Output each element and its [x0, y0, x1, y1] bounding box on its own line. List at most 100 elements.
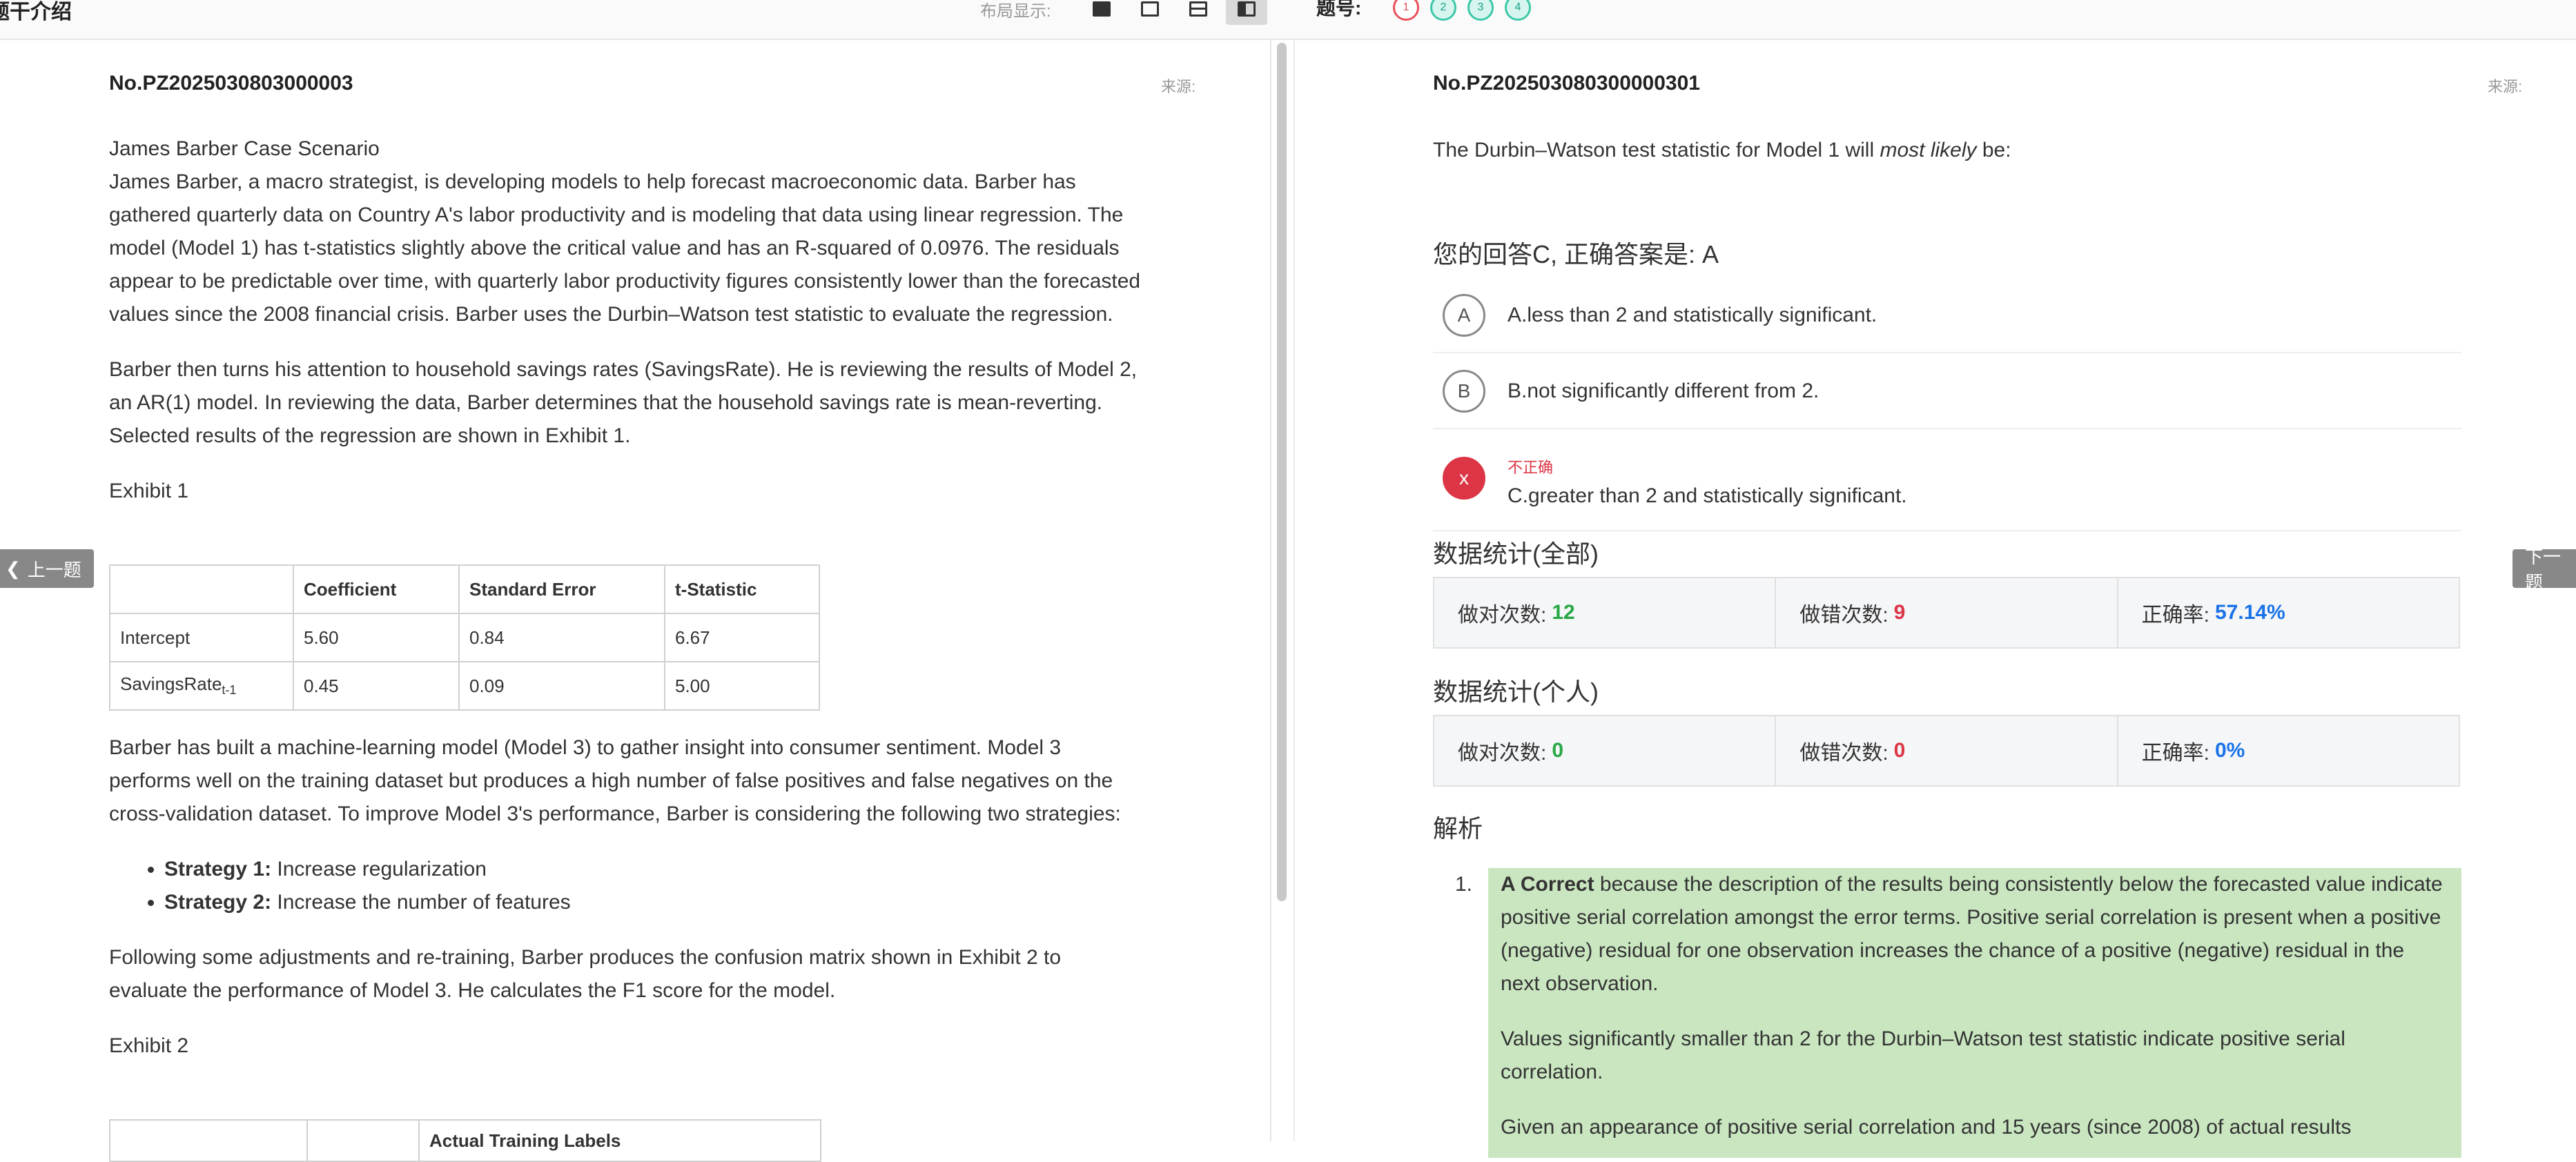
table-cell: 0.09 — [458, 661, 665, 711]
next-question-button[interactable]: 下一题 — [2512, 546, 2576, 593]
stat-value: 0% — [2215, 739, 2245, 762]
next-question-label: 下一题 — [2525, 546, 2562, 593]
case-title: James Barber Case Scenario — [109, 137, 380, 160]
question-text-end: be: — [1976, 139, 2011, 161]
prev-question-button[interactable]: ❮ 上一题 — [0, 549, 94, 588]
stat-label: 做对次数: — [1458, 604, 1547, 627]
case-paragraph-3: Barber has built a machine-learning mode… — [109, 736, 1121, 825]
case-id: No.PZ2025030803000003 — [109, 72, 353, 95]
strategy-text: Increase regularization — [271, 858, 487, 880]
case-paragraph-2: Barber then turns his attention to house… — [109, 358, 1138, 447]
stat-label: 做错次数: — [1799, 742, 1889, 765]
stat-value: 57.14% — [2215, 601, 2285, 624]
layout-split-button[interactable] — [1226, 0, 1267, 25]
source-label: 来源: — [1161, 78, 1196, 95]
analysis-number: 1. — [1455, 873, 1473, 896]
table-header: Actual Training Labels — [418, 1119, 821, 1162]
stat-value: 0 — [1552, 739, 1564, 762]
exhibit-1-table: Coefficient Standard Error t-Statistic I… — [109, 564, 820, 711]
question-number-label: 题号: — [1316, 0, 1362, 19]
analysis-paragraph-1: A Correct because the description of the… — [1501, 868, 2449, 1001]
prev-question-label: 上一题 — [27, 559, 81, 580]
table-cell: 6.67 — [664, 613, 820, 662]
layout-horizontal-button[interactable] — [1178, 0, 1219, 25]
option-a[interactable]: A A.less than 2 and statistically signif… — [1433, 277, 2461, 353]
table-header: Coefficient — [293, 564, 460, 614]
case-paragraph-1: James Barber, a macro strategist, is dev… — [109, 170, 1141, 326]
stat-label: 做对次数: — [1458, 742, 1547, 765]
table-row: Actual Training Labels — [109, 1119, 821, 1162]
layout-empty-button[interactable] — [1129, 0, 1171, 25]
case-body-2: Barber has built a machine-learning mode… — [109, 731, 1144, 1063]
stats-personal-title: 数据统计(个人) — [1433, 678, 1599, 706]
stat-value: 9 — [1893, 601, 1906, 624]
top-bar: 题干介绍 布局显示: 题号: 1 2 3 4 — [0, 0, 2576, 40]
stat-wrong: 做错次数: 9 — [1776, 578, 2118, 647]
table-row: Intercept 5.60 0.84 6.67 — [109, 613, 820, 662]
layout-split-icon — [1238, 1, 1256, 17]
exhibit-2-table: Actual Training Labels — [109, 1119, 821, 1162]
question-dot-2[interactable]: 2 — [1430, 0, 1456, 21]
analysis-box: A Correct because the description of the… — [1488, 868, 2461, 1158]
question-text: The Durbin–Watson test statistic for Mod… — [1433, 139, 1880, 161]
table-cell — [306, 1119, 420, 1162]
layout-full-button[interactable] — [1081, 0, 1122, 25]
stat-label: 正确率: — [2141, 742, 2209, 765]
question-stem: The Durbin–Watson test statistic for Mod… — [1433, 134, 2461, 167]
case-body: James Barber Case Scenario James Barber,… — [109, 132, 1144, 530]
option-a-text: A.less than 2 and statistically signific… — [1507, 304, 1877, 326]
option-b[interactable]: B B.not significantly different from 2. — [1433, 353, 2461, 429]
strategy-label: Strategy 1: — [164, 858, 272, 880]
table-cell: 5.60 — [293, 613, 460, 662]
analysis-text: because the description of the results b… — [1501, 873, 2443, 995]
case-paragraph-4: Following some adjustments and re-traini… — [109, 946, 1062, 1002]
table-row: SavingsRatet-1 0.45 0.09 5.00 — [109, 661, 820, 711]
case-panel: No.PZ2025030803000003 来源: James Barber C… — [0, 40, 1270, 1141]
stat-rate: 正确率: 57.14% — [2118, 578, 2459, 647]
question-dot-1[interactable]: 1 — [1393, 0, 1419, 21]
stat-label: 做错次数: — [1799, 604, 1889, 627]
option-a-marker: A — [1443, 294, 1485, 337]
layout-label: 布局显示: — [980, 2, 1051, 21]
stat-correct: 做对次数: 12 — [1434, 578, 1777, 647]
stat-value: 0 — [1893, 739, 1906, 762]
stat-correct: 做对次数: 0 — [1434, 716, 1777, 785]
stat-wrong: 做错次数: 0 — [1776, 716, 2118, 785]
table-header — [109, 564, 294, 614]
analysis-paragraph-2: Values significantly smaller than 2 for … — [1501, 1027, 2345, 1083]
table-cell — [109, 1119, 308, 1162]
question-id: No.PZ202503080300000301 — [1433, 72, 1700, 95]
list-item: Strategy 2: Increase the number of featu… — [164, 886, 1144, 919]
table-header-row: Coefficient Standard Error t-Statistic — [109, 564, 820, 614]
scrollbar-thumb[interactable] — [1277, 43, 1287, 901]
question-dot-4[interactable]: 4 — [1505, 0, 1531, 21]
exhibit-2-label: Exhibit 2 — [109, 1034, 189, 1057]
table-cell: 5.00 — [664, 661, 820, 711]
strategy-label: Strategy 2: — [164, 891, 272, 914]
table-cell: Intercept — [109, 613, 294, 662]
layout-full-icon — [1093, 1, 1111, 17]
layout-horizontal-icon — [1189, 1, 1207, 17]
strategy-list: Strategy 1: Increase regularization Stra… — [164, 853, 1144, 919]
panel-title: 题干介绍 — [0, 1, 72, 23]
table-cell: SavingsRatet-1 — [109, 661, 294, 711]
answer-result: 您的回答C, 正确答案是: A — [1433, 240, 1719, 268]
question-emphasis: most likely — [1880, 139, 1977, 161]
stats-all-box: 做对次数: 12 做错次数: 9 正确率: 57.14% — [1433, 577, 2460, 649]
option-c-text: C.greater than 2 and statistically signi… — [1507, 484, 1907, 507]
exhibit-1-label: Exhibit 1 — [109, 480, 189, 502]
stat-value: 12 — [1552, 601, 1575, 624]
option-c[interactable]: x 不正确 C.greater than 2 and statistically… — [1433, 429, 2461, 531]
row-subscript: t-1 — [222, 683, 237, 698]
stats-all-title: 数据统计(全部) — [1433, 540, 1599, 568]
question-dot-3[interactable]: 3 — [1467, 0, 1494, 21]
option-b-text: B.not significantly different from 2. — [1507, 380, 1819, 402]
row-name: Intercept — [120, 627, 191, 648]
stat-label: 正确率: — [2141, 604, 2209, 627]
option-b-marker: B — [1443, 370, 1485, 413]
table-header: t-Statistic — [664, 564, 820, 614]
stats-personal-box: 做对次数: 0 做错次数: 0 正确率: 0% — [1433, 715, 2460, 787]
analysis-paragraph-3: Given an appearance of positive serial c… — [1501, 1116, 2352, 1139]
row-name: SavingsRate — [120, 673, 222, 695]
layout-empty-icon — [1141, 1, 1159, 17]
